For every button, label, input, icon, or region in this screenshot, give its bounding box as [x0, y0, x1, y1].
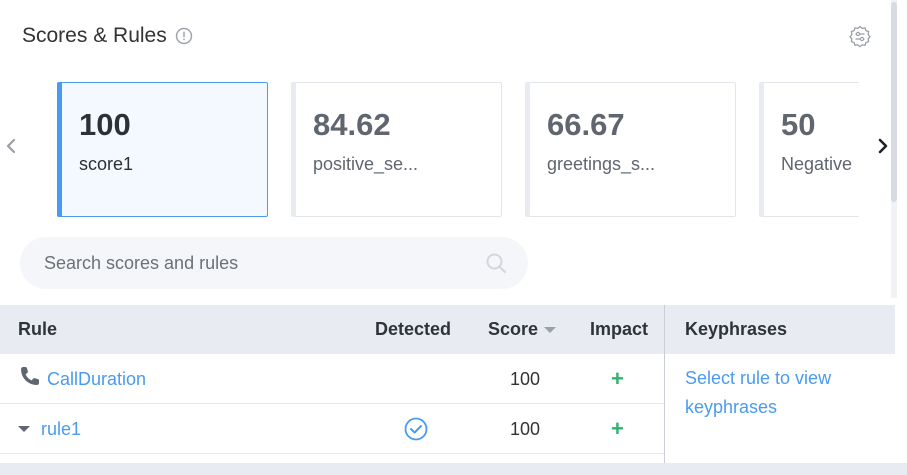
info-icon[interactable] — [175, 27, 193, 45]
column-header-detected[interactable]: Detected — [375, 305, 451, 354]
score-cell: 100 — [510, 419, 541, 439]
column-header-score-label: Score — [488, 319, 539, 339]
phone-icon — [17, 354, 39, 404]
score-cell: 100 — [510, 369, 541, 389]
rule-link[interactable]: rule1 — [41, 404, 81, 454]
column-header-impact[interactable]: Impact — [590, 305, 648, 354]
search-icon[interactable] — [484, 251, 508, 275]
score-card-value: 66.67 — [547, 107, 625, 142]
scrollbar-thumb[interactable] — [891, 2, 897, 202]
column-header-rule[interactable]: Rule — [18, 305, 57, 354]
score-card[interactable]: 66.67 greetings_s... — [525, 82, 736, 217]
table-row[interactable]: CallDuration 100 + — [0, 354, 664, 404]
search-input[interactable] — [44, 237, 474, 289]
rule-link[interactable]: CallDuration — [47, 354, 146, 404]
panel-header: Scores & Rules — [22, 24, 193, 48]
score-card-value: 100 — [79, 107, 131, 142]
rules-table-header: Rule Detected Score Impact — [0, 305, 664, 354]
carousel-prev-button[interactable] — [0, 134, 24, 158]
bottom-scrollbar[interactable] — [0, 463, 907, 475]
detected-check-icon — [403, 404, 429, 454]
search-box — [20, 237, 528, 289]
carousel-next-button[interactable] — [870, 134, 894, 158]
score-card-value: 50 — [781, 107, 816, 142]
page-title: Scores & Rules — [22, 24, 167, 47]
caret-down-icon[interactable] — [17, 404, 31, 454]
table-row[interactable]: rule1 100 + — [0, 404, 664, 454]
column-header-score[interactable]: Score — [488, 305, 557, 354]
score-cards-carousel: 100 score1 84.62 positive_se... 66.67 gr… — [57, 82, 859, 217]
impact-plus-icon: + — [611, 366, 624, 391]
score-card[interactable]: 100 score1 — [57, 82, 268, 217]
score-card[interactable]: 84.62 positive_se... — [291, 82, 502, 217]
sort-caret-icon[interactable] — [544, 327, 557, 334]
filter-settings-icon[interactable] — [847, 24, 873, 50]
score-card-value: 84.62 — [313, 107, 391, 142]
keyphrases-header: Keyphrases — [665, 305, 895, 354]
score-card-label: Negative — [781, 154, 853, 174]
score-card[interactable]: 50 Negative — [759, 82, 859, 217]
score-card-label: positive_se... — [313, 154, 419, 174]
score-card-label: greetings_s... — [547, 154, 656, 174]
impact-plus-icon: + — [611, 416, 624, 441]
keyphrases-message: Select rule to view keyphrases — [685, 368, 832, 417]
score-card-label: score1 — [79, 154, 134, 174]
